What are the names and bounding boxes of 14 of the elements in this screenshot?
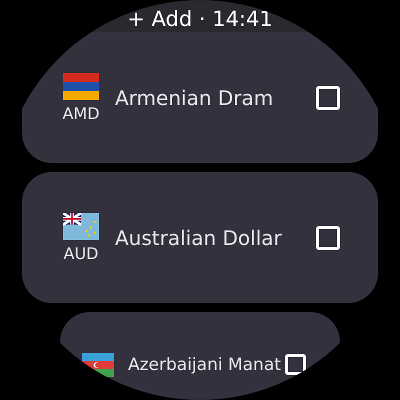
currency-card[interactable]: AUD Australian Dollar (22, 172, 378, 303)
currency-name: Armenian Dram (115, 86, 274, 110)
currency-code: AUD (64, 244, 98, 262)
checkbox[interactable] (285, 354, 306, 375)
currency-code: AMD (62, 104, 100, 122)
currency-name: Australian Dollar (115, 226, 283, 250)
flag-icon (63, 212, 99, 240)
checkbox[interactable] (316, 86, 340, 110)
currency-card[interactable]: Azerbaijani Manat (60, 312, 340, 400)
checkbox[interactable] (316, 226, 340, 250)
flag-icon (63, 72, 99, 100)
currency-name: Azerbaijani Manat (128, 354, 282, 374)
flag-icon (82, 352, 114, 376)
currency-card[interactable]: AMD Armenian Dram (22, 32, 378, 163)
